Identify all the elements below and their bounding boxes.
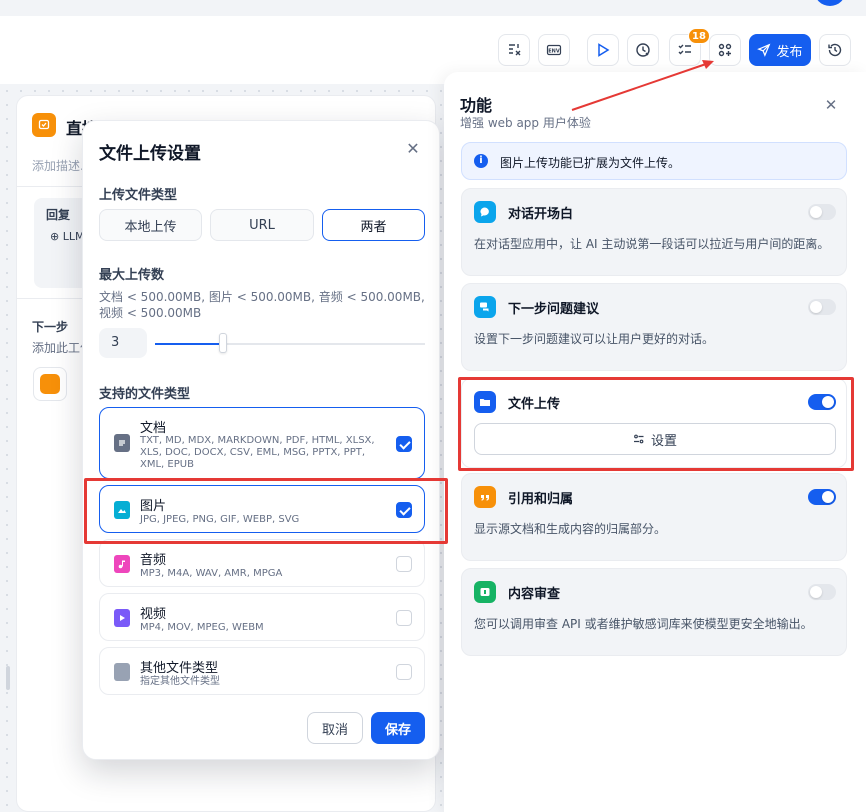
annotation-arrow (571, 60, 714, 111)
